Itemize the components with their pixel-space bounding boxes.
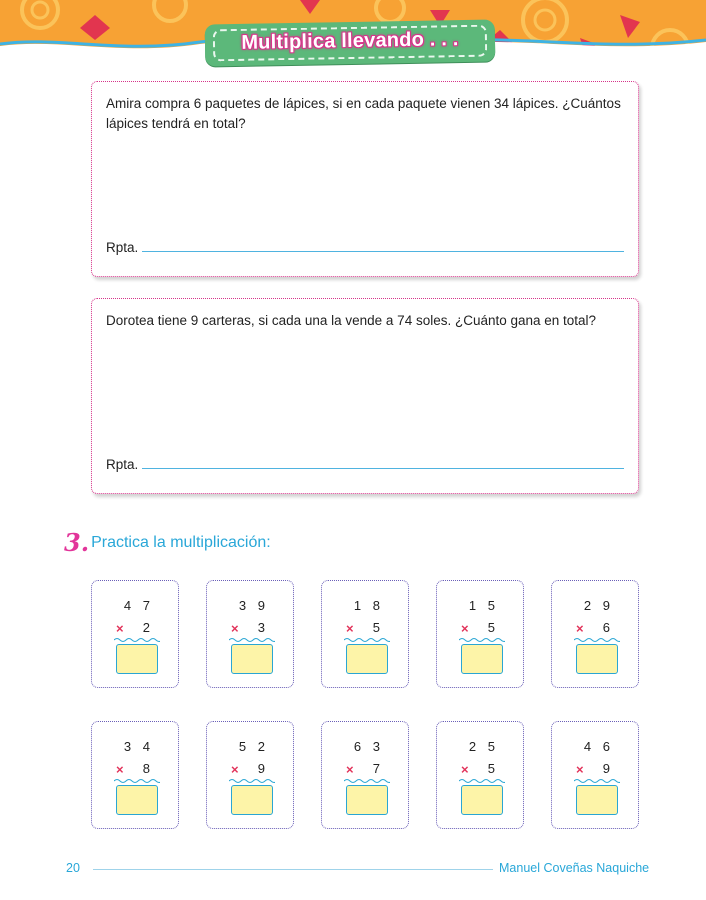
multiplicand: 4 7: [123, 598, 154, 613]
times-sign: ×: [576, 621, 584, 636]
answer-box[interactable]: [116, 644, 158, 674]
footer-author: Manuel Coveñas Naquiche: [499, 861, 650, 875]
wavy-underline: [459, 638, 505, 642]
answer-box[interactable]: [116, 785, 158, 815]
multiplicand: 2 5: [468, 739, 499, 754]
multiplier: 8: [142, 761, 150, 776]
multiplier: 9: [602, 761, 610, 776]
multiplicand: 5 2: [238, 739, 269, 754]
exercise-card: 1 5 × 5: [436, 580, 524, 688]
problem-text: Amira compra 6 paquetes de lápices, si e…: [106, 96, 621, 131]
problem-box-1: Amira compra 6 paquetes de lápices, si e…: [91, 81, 639, 277]
wavy-underline: [459, 779, 505, 783]
times-sign: ×: [116, 621, 124, 636]
times-sign: ×: [461, 621, 469, 636]
wavy-underline: [114, 779, 160, 783]
multiplicand: 1 8: [353, 598, 384, 613]
problem-box-2: Dorotea tiene 9 carteras, si cada una la…: [91, 298, 639, 494]
exercise-card: 4 6 × 9: [551, 721, 639, 829]
title-banner: Multiplica llevando . . .: [204, 19, 496, 67]
answer-box[interactable]: [576, 785, 618, 815]
answer-label: Rpta.: [106, 240, 139, 255]
page-number: 20: [66, 861, 80, 875]
wavy-underline: [114, 638, 160, 642]
multiplicand: 4 6: [583, 739, 614, 754]
wavy-underline: [229, 779, 275, 783]
multiplicand: 2 9: [583, 598, 614, 613]
answer-box[interactable]: [231, 644, 273, 674]
answer-line[interactable]: [142, 468, 624, 469]
exercise-card: 2 9 × 6: [551, 580, 639, 688]
multiplier: 9: [257, 761, 265, 776]
answer-box[interactable]: [346, 644, 388, 674]
times-sign: ×: [116, 762, 124, 777]
wavy-underline: [344, 638, 390, 642]
multiplier: 5: [487, 620, 495, 635]
times-sign: ×: [576, 762, 584, 777]
multiplier: 5: [487, 761, 495, 776]
section-title: Practica la multiplicación:: [91, 534, 271, 551]
exercise-card: 2 5 × 5: [436, 721, 524, 829]
times-sign: ×: [231, 621, 239, 636]
wavy-underline: [574, 779, 620, 783]
exercise-card: 6 3 × 7: [321, 721, 409, 829]
multiplier: 2: [142, 620, 150, 635]
multiplier: 6: [602, 620, 610, 635]
times-sign: ×: [231, 762, 239, 777]
section-number: 3.: [64, 528, 90, 557]
exercise-card: 1 8 × 5: [321, 580, 409, 688]
answer-box[interactable]: [346, 785, 388, 815]
exercise-card: 4 7 × 2: [91, 580, 179, 688]
answer-box[interactable]: [231, 785, 273, 815]
multiplier: 3: [257, 620, 265, 635]
exercise-card: 3 9 × 3: [206, 580, 294, 688]
answer-line[interactable]: [142, 251, 624, 252]
multiplier: 5: [372, 620, 380, 635]
exercise-card: 3 4 × 8: [91, 721, 179, 829]
multiplicand: 3 9: [238, 598, 269, 613]
wavy-underline: [574, 638, 620, 642]
answer-box[interactable]: [576, 644, 618, 674]
times-sign: ×: [346, 621, 354, 636]
wavy-underline: [229, 638, 275, 642]
exercise-card: 5 2 × 9: [206, 721, 294, 829]
multiplicand: 1 5: [468, 598, 499, 613]
wavy-underline: [344, 779, 390, 783]
section-heading: 3. Practica la multiplicación:: [64, 528, 271, 557]
multiplier: 7: [372, 761, 380, 776]
footer-divider: [93, 869, 493, 870]
times-sign: ×: [346, 762, 354, 777]
multiplicand: 3 4: [123, 739, 154, 754]
answer-box[interactable]: [461, 785, 503, 815]
problem-text: Dorotea tiene 9 carteras, si cada una la…: [106, 313, 597, 328]
answer-box[interactable]: [461, 644, 503, 674]
times-sign: ×: [461, 762, 469, 777]
answer-label: Rpta.: [106, 457, 139, 472]
multiplicand: 6 3: [353, 739, 384, 754]
